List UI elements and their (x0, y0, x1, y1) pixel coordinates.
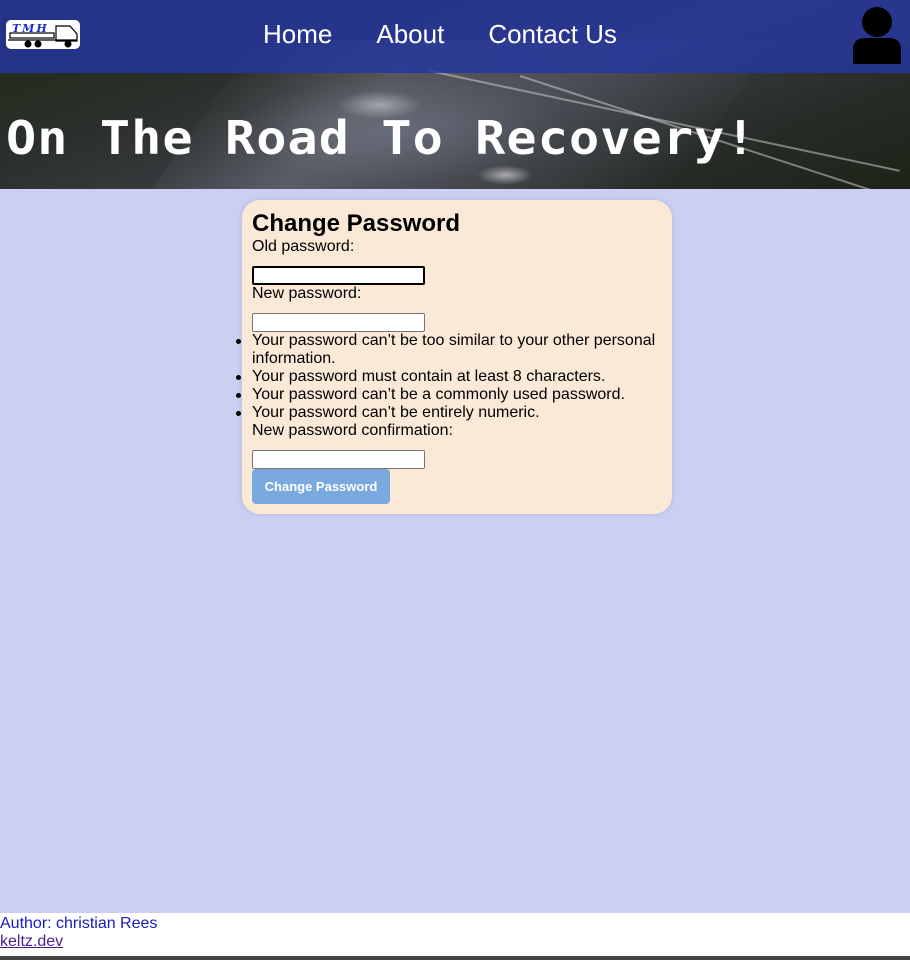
new-password-label: New password: (252, 285, 362, 302)
new-password-field[interactable] (252, 313, 425, 332)
password-help-item: Your password can’t be too similar to yo… (236, 332, 662, 368)
nav-about-link[interactable]: About (376, 19, 444, 49)
footer: Author: christian Rees keltz.dev (0, 913, 910, 960)
site-logo[interactable]: TMH (6, 20, 80, 49)
form-title: Change Password (252, 210, 461, 237)
hero-title: On The Road To Recovery! (6, 111, 757, 165)
navbar: TMH Home About Contact Us (0, 0, 910, 73)
bottom-divider (0, 956, 910, 960)
password-help-item: Your password can’t be entirely numeric. (236, 404, 662, 422)
password-help-list: Your password can’t be too similar to yo… (236, 332, 662, 422)
old-password-label: Old password: (252, 238, 355, 255)
change-password-card: Change Password Old password: New passwo… (236, 200, 672, 514)
confirm-password-label: New password confirmation: (252, 422, 453, 439)
change-password-button[interactable]: Change Password (252, 469, 390, 504)
truck-icon (8, 25, 78, 48)
user-account-icon[interactable] (851, 6, 903, 64)
password-help-item: Your password can’t be a commonly used p… (236, 386, 662, 404)
hero-banner: TMH Home About Contact Us On The Road To… (0, 0, 910, 189)
nav-links: Home About Contact Us (263, 19, 617, 49)
confirm-password-field[interactable] (252, 450, 425, 469)
old-password-field[interactable] (252, 266, 425, 285)
footer-author: Author: christian Rees (0, 915, 158, 932)
nav-home-link[interactable]: Home (263, 19, 332, 49)
footer-website-link[interactable]: keltz.dev (0, 933, 63, 951)
nav-contact-link[interactable]: Contact Us (488, 19, 617, 49)
password-help-item: Your password must contain at least 8 ch… (236, 368, 662, 386)
